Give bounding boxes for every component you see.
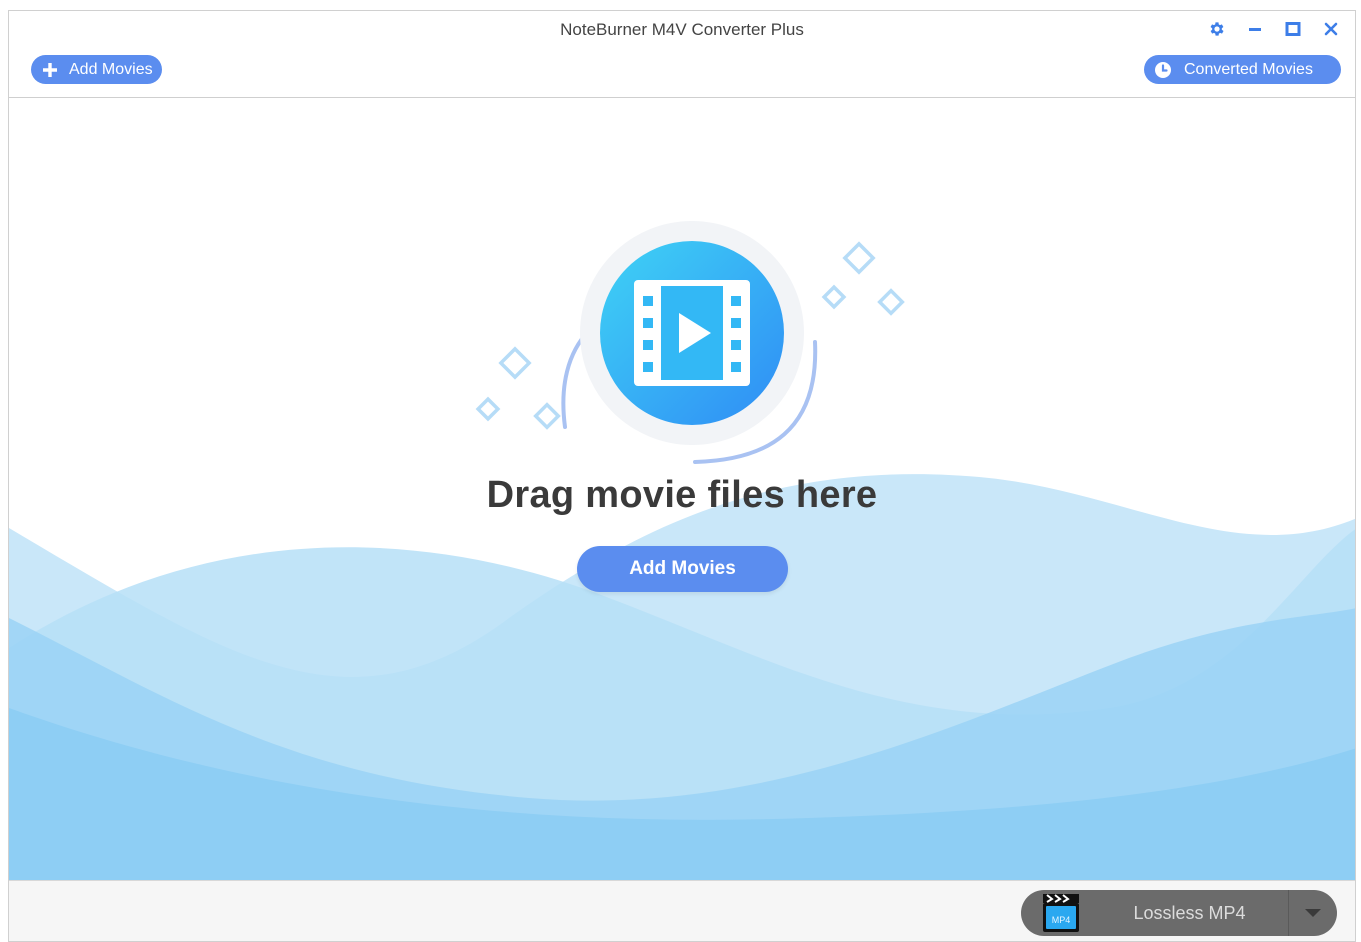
- format-badge: MP4: [1052, 915, 1071, 925]
- converted-movies-label: Converted Movies: [1184, 60, 1313, 78]
- close-icon: [1324, 22, 1338, 36]
- minimize-icon: [1249, 28, 1261, 31]
- minimize-button[interactable]: [1245, 19, 1265, 39]
- sparkle-icon: [821, 241, 905, 316]
- title-bar: NoteBurner M4V Converter Plus Add Movies…: [9, 11, 1355, 98]
- drop-zone[interactable]: Drag movie files here Add Movies: [9, 98, 1355, 880]
- output-format-label: Lossless MP4: [1133, 902, 1246, 923]
- output-format-select[interactable]: MP4 Lossless MP4: [1021, 890, 1337, 936]
- gear-icon: [1210, 22, 1224, 36]
- status-footer: MP4 Lossless MP4: [9, 880, 1355, 941]
- close-button[interactable]: [1321, 19, 1341, 39]
- add-movies-label: Add Movies: [69, 60, 153, 78]
- sparkle-icon: [475, 346, 561, 430]
- clock-icon: [1154, 61, 1172, 79]
- window-controls: [1207, 19, 1341, 39]
- maximize-icon: [1285, 22, 1301, 36]
- maximize-button[interactable]: [1283, 19, 1303, 39]
- add-movies-button[interactable]: Add Movies: [31, 55, 162, 84]
- plus-icon: [41, 61, 59, 79]
- format-dropdown-toggle[interactable]: [1289, 890, 1337, 936]
- center-add-movies-button[interactable]: Add Movies: [577, 546, 788, 592]
- app-title: NoteBurner M4V Converter Plus: [560, 20, 804, 39]
- video-film-icon: [634, 280, 750, 386]
- hero-graphic: [475, 221, 905, 464]
- app-window: NoteBurner M4V Converter Plus Add Movies…: [8, 10, 1356, 942]
- converted-movies-button[interactable]: Converted Movies: [1144, 55, 1341, 84]
- mp4-clapperboard-icon: MP4: [1041, 893, 1081, 933]
- drop-title: Drag movie files here: [486, 474, 878, 516]
- chevron-down-icon: [1305, 909, 1321, 917]
- settings-button[interactable]: [1207, 19, 1227, 39]
